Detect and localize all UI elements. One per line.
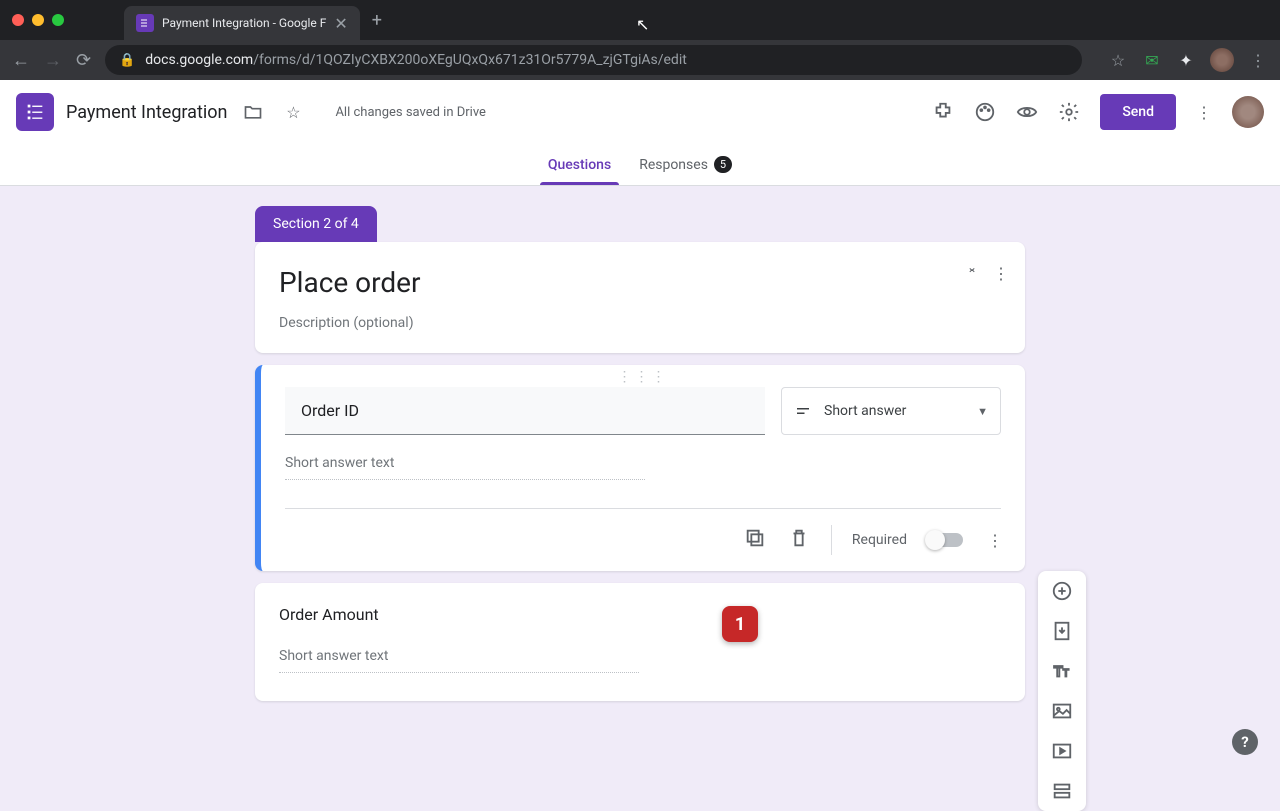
form-title[interactable]: Payment Integration (66, 102, 227, 123)
settings-icon[interactable] (1058, 101, 1080, 123)
forms-favicon (136, 14, 154, 32)
section-more-icon[interactable]: ⋮ (993, 264, 1009, 283)
url-box[interactable]: 🔒 docs.google.com/forms/d/1QOZIyCXBX200o… (105, 45, 1082, 75)
separator (831, 525, 832, 555)
more-menu-icon[interactable]: ⋮ (1196, 103, 1212, 122)
palette-icon[interactable] (974, 101, 996, 123)
new-tab-button[interactable]: + (372, 10, 382, 31)
star-icon[interactable]: ☆ (279, 98, 307, 126)
short-answer-placeholder: Short answer text (285, 455, 645, 480)
back-button[interactable]: ← (12, 50, 30, 71)
preview-icon[interactable] (1016, 101, 1038, 123)
required-label: Required (852, 532, 907, 548)
close-window-button[interactable] (12, 14, 24, 26)
mail-extension-icon[interactable]: ✉ (1142, 50, 1162, 70)
question-card-active[interactable]: ⋮⋮⋮ Short answer ▼ Short answer text (255, 365, 1025, 571)
header-right: Send ⋮ (932, 94, 1264, 130)
send-button[interactable]: Send (1100, 94, 1176, 130)
delete-icon[interactable] (787, 527, 811, 553)
browser-menu-icon[interactable]: ⋮ (1248, 50, 1268, 70)
form-tabs: Questions Responses 5 (0, 144, 1280, 186)
browser-chrome: Payment Integration - Google F ✕ + ← → ⟳… (0, 0, 1280, 80)
add-question-icon[interactable] (1050, 579, 1074, 603)
question-card[interactable]: Order Amount Short answer text (255, 583, 1025, 701)
svg-text:T: T (1063, 669, 1069, 680)
collapse-section-icon[interactable]: ⌄⌃ (967, 264, 977, 283)
question-type-select[interactable]: Short answer ▼ (781, 387, 1001, 435)
address-bar: ← → ⟳ 🔒 docs.google.com/forms/d/1QOZIyCX… (0, 40, 1280, 80)
add-title-icon[interactable]: TT (1050, 659, 1074, 683)
lock-icon: 🔒 (119, 53, 135, 68)
cursor-icon: ↖ (636, 15, 649, 34)
form-canvas: Section 2 of 4 Place order Description (… (0, 186, 1280, 701)
addons-icon[interactable] (932, 101, 954, 123)
addr-right: ☆ ✉ ✦ ⋮ (1108, 48, 1268, 72)
chevron-down-icon: ▼ (977, 405, 988, 418)
response-count-badge: 5 (714, 156, 732, 173)
question-type-label: Short answer (824, 403, 906, 419)
help-button[interactable]: ? (1232, 729, 1258, 755)
svg-text:T: T (1054, 663, 1063, 681)
tab-questions[interactable]: Questions (548, 144, 611, 185)
short-answer-icon (794, 402, 812, 420)
drag-handle-icon[interactable]: ⋮⋮⋮ (261, 365, 1025, 387)
browser-tab[interactable]: Payment Integration - Google F ✕ (124, 6, 360, 40)
tab-responses[interactable]: Responses 5 (639, 144, 732, 185)
section-title[interactable]: Place order (279, 266, 1001, 299)
move-folder-icon[interactable] (239, 98, 267, 126)
forward-button[interactable]: → (44, 50, 62, 71)
question-title: Order Amount (279, 605, 1001, 624)
question-title-input[interactable] (285, 387, 765, 435)
annotation-badge: 1 (722, 606, 758, 642)
save-status: All changes saved in Drive (335, 105, 486, 120)
add-section-icon[interactable] (1050, 779, 1074, 803)
import-questions-icon[interactable] (1050, 619, 1074, 643)
section-description[interactable]: Description (optional) (279, 315, 1001, 331)
side-toolbar: TT (1038, 571, 1086, 811)
maximize-window-button[interactable] (52, 14, 64, 26)
close-tab-icon[interactable]: ✕ (334, 14, 347, 33)
question-more-icon[interactable]: ⋮ (983, 531, 1007, 550)
short-answer-placeholder: Short answer text (279, 648, 639, 673)
section-header-card[interactable]: Place order Description (optional) ⌄⌃ ⋮ (255, 242, 1025, 353)
forms-logo[interactable] (16, 93, 54, 131)
minimize-window-button[interactable] (32, 14, 44, 26)
bookmark-star-icon[interactable]: ☆ (1108, 50, 1128, 70)
section-badge: Section 2 of 4 (255, 206, 377, 242)
nav-buttons: ← → ⟳ (12, 50, 91, 71)
url-text: docs.google.com/forms/d/1QOZIyCXBX200oXE… (145, 52, 687, 68)
window-controls (12, 14, 64, 26)
duplicate-icon[interactable] (743, 527, 767, 553)
tab-title: Payment Integration - Google F (162, 16, 326, 30)
app-header: Payment Integration ☆ All changes saved … (0, 80, 1280, 144)
add-image-icon[interactable] (1050, 699, 1074, 723)
extensions-icon[interactable]: ✦ (1176, 50, 1196, 70)
reload-button[interactable]: ⟳ (76, 50, 91, 71)
required-toggle[interactable] (927, 533, 963, 547)
profile-avatar[interactable] (1210, 48, 1234, 72)
user-avatar[interactable] (1232, 96, 1264, 128)
add-video-icon[interactable] (1050, 739, 1074, 763)
